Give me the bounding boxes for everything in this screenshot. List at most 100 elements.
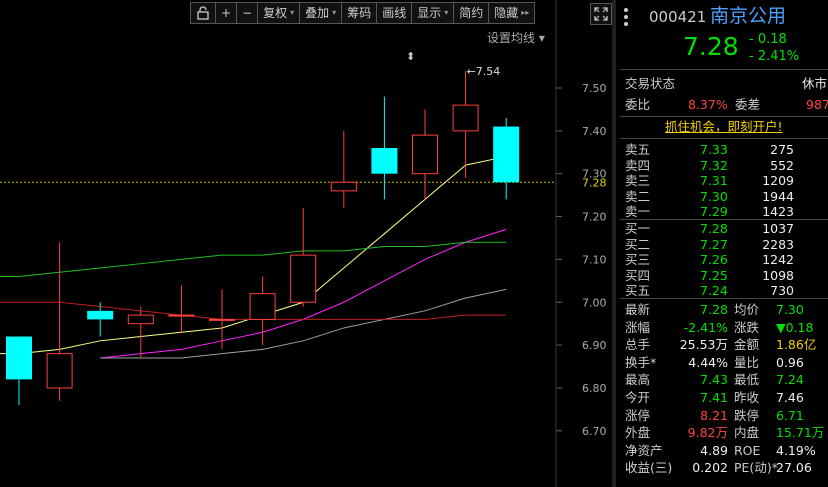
toolbar-button-label: 叠加 [305,6,330,20]
trade-status-label: 交易状态 [625,76,676,91]
stat-value: 15.71万 [776,425,825,441]
divider-line [620,69,828,70]
menu-icon[interactable] [624,8,629,26]
stat-value: 7.28 [700,302,728,317]
caret-icon: ▸▸ [521,8,530,17]
bid-level-label: 买四 [625,267,651,283]
toolbar-button-label: 画线 [382,6,407,20]
stat-label: 均价 [734,302,760,317]
price-tick-label: 6.90 [582,339,607,352]
bid-price: 7.25 [700,267,728,283]
stat-label: 涨跌 [734,319,760,335]
toolbar-button-label: 隐藏 [494,6,519,20]
fullscreen-icon [594,7,608,21]
current-price-label: 7.28 [582,176,607,189]
stat-value: 7.30 [776,302,804,317]
toolbar-button[interactable]: + [215,2,238,24]
stat-value: 4.44% [688,354,728,370]
stat-value: -2.41% [683,319,728,335]
ask-price: 7.30 [700,188,728,204]
toolbar-button[interactable]: 叠加 ▾ [299,2,343,24]
ask-price: 7.32 [700,157,728,173]
trade-status: 休市 [802,76,828,91]
ask-volume: 1944 [762,188,794,204]
toolbar-button-label: 筹码 [347,6,372,20]
candle-body [452,104,479,132]
toolbar-button-label: 简约 [459,6,484,20]
stat-label: 昨收 [734,390,760,405]
price-tick-label: 7.10 [582,253,607,266]
toolbar-button[interactable]: 隐藏 ▸▸ [488,2,536,24]
stat-label: 涨幅 [625,319,651,335]
ask-level-label: 卖三 [625,173,651,188]
stock-code: 000421 [649,8,707,26]
bid-volume: 1098 [762,267,794,283]
candle-body [87,310,114,320]
stat-label: 净资产 [625,442,663,458]
toolbar-button-label: 复权 [263,6,288,20]
stat-value: 7.24 [776,372,804,388]
toolbar-button[interactable]: − [236,2,259,24]
caret-icon: ▾ [332,8,337,17]
toolbar-button[interactable]: 画线 [376,2,413,24]
weibi-label: 委比 [625,97,651,112]
toolbar-button[interactable]: 显示 ▾ [411,2,455,24]
candle-body [493,126,520,183]
candle-body [249,293,276,320]
kline-chart[interactable]: 7.507.407.307.207.107.006.906.806.707.28… [0,0,612,487]
toolbar-button[interactable]: 复权 ▾ [257,2,301,24]
kline-chart-area[interactable]: 7.50 7.40 7.30 7.20 7.10 7.00 6.90 6.80 6.70 7.28… [0,0,612,487]
caret-icon: ▾ [290,8,295,17]
stock-name[interactable]: 南京公用 [710,4,786,28]
stat-label: ROE [734,442,761,458]
price-change-pct: - 2.41% [749,49,800,64]
stat-value: 4.19% [776,442,816,458]
ma-settings-button[interactable]: 设置均线 ▾ [487,29,545,46]
price-tick-label: 7.40 [582,125,607,138]
stat-label: 今开 [625,390,651,405]
ask-volume: 275 [770,142,794,157]
open-account-link[interactable]: 抓住机会，即刻开户! [665,118,783,135]
unlock-button[interactable] [190,2,216,24]
bid-price: 7.28 [700,221,728,236]
toolbar-button[interactable]: 筹码 [341,2,378,24]
candle-body [412,134,438,175]
price-tick-label: 6.70 [582,425,607,438]
stat-value: 27.06 [776,460,812,476]
price-tick-label: 7.00 [582,296,607,309]
stat-value: 0.202 [692,460,728,476]
ask-level-label: 卖一 [625,204,651,219]
quote-panel: 000421 南京公用 7.28 - 0.18 - 2.41% 交易状态 休市 … [616,0,828,487]
stat-value: 7.46 [776,390,804,405]
candle-body [46,353,73,389]
stat-label: 最高 [625,372,651,388]
candle-body [6,336,32,380]
ma-line [0,241,507,278]
stat-value: 0.96 [776,354,804,370]
ask-level-label: 卖五 [625,142,651,157]
stat-label: 金额 [734,337,760,353]
divider-line [620,138,828,139]
ask-volume: 1423 [762,204,794,219]
bid-level-label: 买二 [625,236,651,252]
stat-value: 6.71 [776,407,804,423]
candle-body [330,181,357,192]
toolbar-button[interactable]: 简约 [453,2,490,24]
ask-price: 7.29 [700,204,728,219]
bid-price: 7.26 [700,252,728,267]
candle-body [290,254,317,303]
price-change: - 0.18 [749,32,787,47]
stat-value: 8.21 [700,407,728,423]
bid-volume: 2283 [762,236,794,252]
bid-volume: 1242 [762,252,794,267]
weicha-value: 987 [806,97,828,112]
stat-label: 跌停 [734,407,760,423]
stat-value: 4.89 [700,442,728,458]
toolbar-button-label: − [242,6,253,20]
ask-level-label: 卖四 [625,157,651,173]
stat-label: 最新 [625,302,651,317]
stat-value: ▼0.18 [776,319,814,335]
weicha-label: 委差 [735,97,761,112]
fullscreen-button[interactable] [590,3,612,25]
divider-line [620,116,828,117]
